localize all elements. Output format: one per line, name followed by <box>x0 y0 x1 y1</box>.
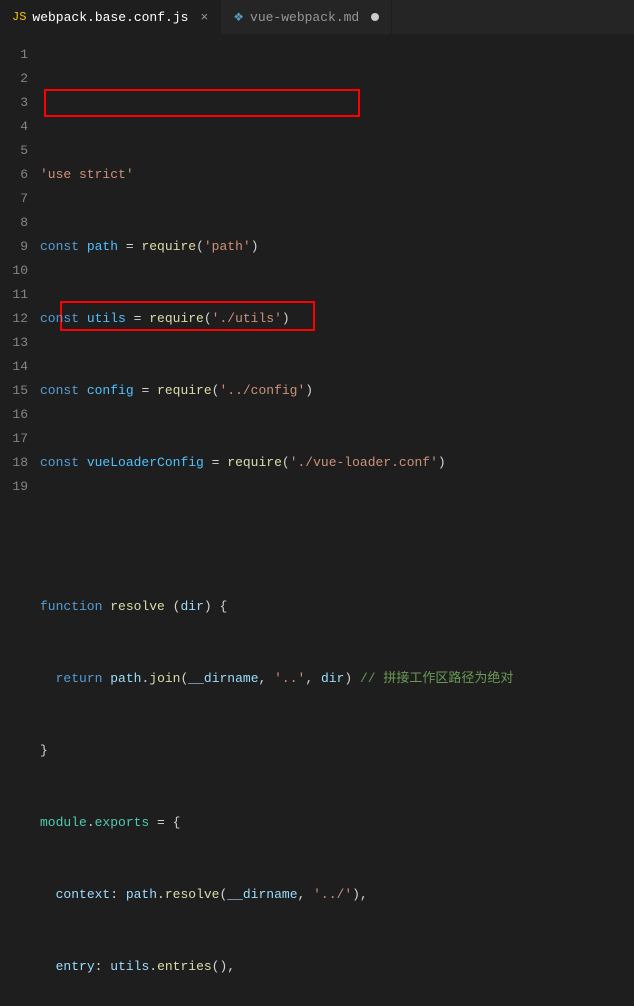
line-number: 18 <box>0 451 28 475</box>
code-line: entry: utils.entries(), <box>40 955 634 979</box>
line-number: 16 <box>0 403 28 427</box>
code-editor[interactable]: 1 2 3 4 5 6 7 8 9 10 11 12 13 14 15 16 1… <box>0 35 634 1006</box>
code-line <box>40 523 634 547</box>
line-number: 19 <box>0 475 28 499</box>
line-number-gutter: 1 2 3 4 5 6 7 8 9 10 11 12 13 14 15 16 1… <box>0 43 40 1006</box>
code-line: const path = require('path') <box>40 235 634 259</box>
line-number: 11 <box>0 283 28 307</box>
line-number: 3 <box>0 91 28 115</box>
line-number: 7 <box>0 187 28 211</box>
code-line: function resolve (dir) { <box>40 595 634 619</box>
code-line: module.exports = { <box>40 811 634 835</box>
close-icon[interactable]: × <box>200 10 208 25</box>
line-number: 2 <box>0 67 28 91</box>
line-number: 13 <box>0 331 28 355</box>
line-number: 17 <box>0 427 28 451</box>
tab-label: webpack.base.conf.js <box>32 10 188 25</box>
line-number: 14 <box>0 355 28 379</box>
line-number: 8 <box>0 211 28 235</box>
tab-label: vue-webpack.md <box>250 10 359 25</box>
line-number: 10 <box>0 259 28 283</box>
code-line: context: path.resolve(__dirname, '../'), <box>40 883 634 907</box>
line-number: 15 <box>0 379 28 403</box>
code-area[interactable]: 'use strict' const path = require('path'… <box>40 43 634 1006</box>
line-number: 5 <box>0 139 28 163</box>
code-line: } <box>40 739 634 763</box>
code-line: return path.join(__dirname, '..', dir) /… <box>40 667 634 691</box>
line-number: 9 <box>0 235 28 259</box>
line-number: 6 <box>0 163 28 187</box>
line-number: 1 <box>0 43 28 67</box>
line-number: 12 <box>0 307 28 331</box>
md-icon: ❖ <box>233 10 244 25</box>
tab-vue-webpack-md[interactable]: ❖ vue-webpack.md <box>221 0 392 34</box>
code-line: const config = require('../config') <box>40 379 634 403</box>
code-line: 'use strict' <box>40 163 634 187</box>
tab-webpack-base-conf[interactable]: JS webpack.base.conf.js × <box>0 0 221 34</box>
tab-bar: JS webpack.base.conf.js × ❖ vue-webpack.… <box>0 0 634 35</box>
js-icon: JS <box>12 10 26 24</box>
code-line: const vueLoaderConfig = require('./vue-l… <box>40 451 634 475</box>
highlight-box-1 <box>44 89 360 117</box>
line-number: 4 <box>0 115 28 139</box>
modified-dot-icon <box>371 13 379 21</box>
